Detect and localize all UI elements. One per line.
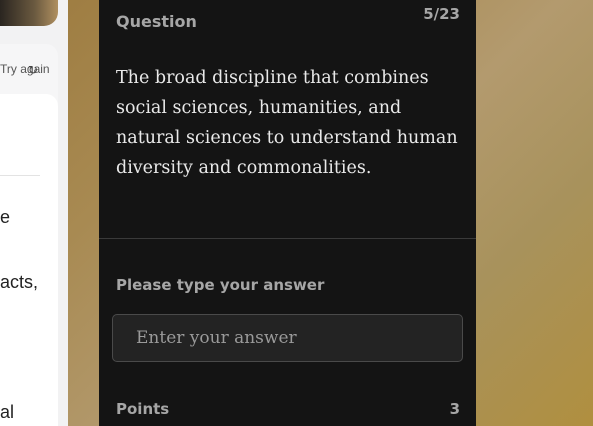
points-label: Points [116,400,170,418]
question-counter: 5/23 [423,5,460,23]
question-label: Question [116,12,197,31]
points-value: 3 [449,400,460,418]
left-divider [0,175,40,176]
left-content-card [0,94,58,426]
answer-label: Please type your answer [116,276,325,294]
left-thumbnail [0,0,58,26]
left-text-fragment: al [0,402,15,422]
refresh-icon[interactable]: ↻ [28,63,38,77]
question-card: Question 5/23 The broad discipline that … [99,0,476,426]
section-divider [99,238,476,239]
left-text-fragment: e [0,207,11,227]
left-text-fragment: acts, [0,272,39,292]
left-side-panel: Try again ↻ e acts, al [0,0,68,426]
question-text: The broad discipline that combines socia… [116,68,458,178]
answer-input[interactable] [112,314,463,362]
